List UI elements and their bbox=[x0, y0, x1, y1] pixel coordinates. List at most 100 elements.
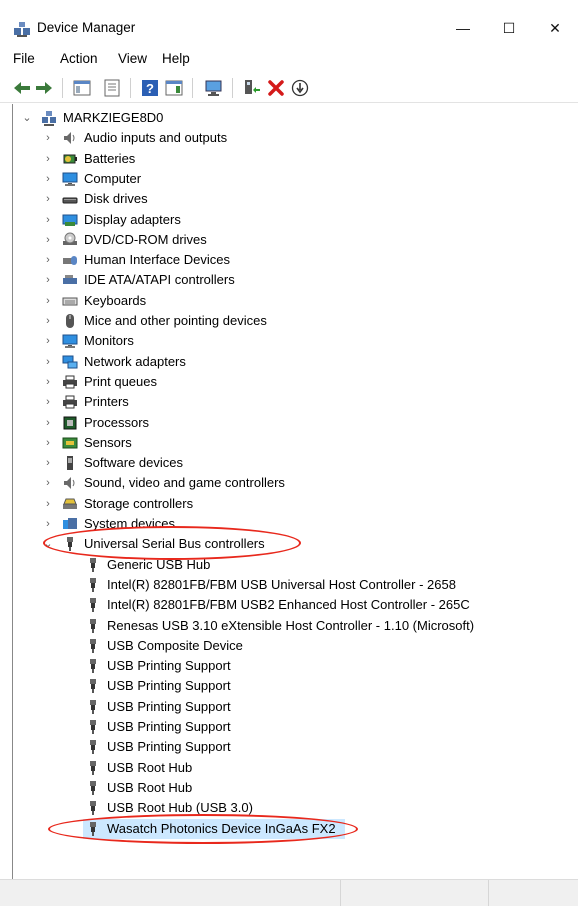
annotation-circle-selected-device bbox=[48, 813, 358, 844]
menu-help[interactable]: Help bbox=[162, 51, 190, 66]
update-driver-icon[interactable] bbox=[290, 78, 310, 98]
tree-category-ide-ata-atapi-controllers[interactable]: › IDE ATA/ATAPI controllers bbox=[46, 270, 573, 290]
minimize-button[interactable]: — bbox=[440, 12, 486, 44]
tree-category-print-queues[interactable]: › Print queues bbox=[46, 372, 573, 392]
tree-item-label: Storage controllers bbox=[84, 495, 194, 511]
tree-device-item[interactable]: Intel(R) 82801FB/FBM USB2 Enhanced Host … bbox=[85, 595, 573, 615]
back-icon[interactable] bbox=[12, 78, 32, 98]
chevron-right-icon[interactable]: › bbox=[43, 230, 53, 250]
chevron-right-icon[interactable]: › bbox=[43, 189, 53, 209]
tree-item-label: Human Interface Devices bbox=[84, 252, 230, 268]
tree-category-display-adapters[interactable]: › Display adapters bbox=[46, 210, 573, 230]
chevron-right-icon[interactable]: › bbox=[43, 128, 53, 148]
tree-device-item[interactable]: USB Root Hub bbox=[85, 778, 573, 798]
menu-action[interactable]: Action bbox=[60, 51, 98, 66]
menu-file[interactable]: File bbox=[13, 51, 35, 66]
chevron-right-icon[interactable]: › bbox=[43, 514, 53, 534]
usb-icon bbox=[90, 720, 96, 734]
tree-item-label: Audio inputs and outputs bbox=[84, 130, 228, 146]
tree-device-item[interactable]: USB Printing Support bbox=[85, 656, 573, 676]
chevron-right-icon[interactable]: › bbox=[43, 149, 53, 169]
status-bar bbox=[0, 879, 578, 906]
tree-device-item[interactable]: Renesas USB 3.10 eXtensible Host Control… bbox=[85, 616, 573, 636]
usb-icon bbox=[90, 638, 96, 653]
tree-item-label: Print queues bbox=[84, 373, 157, 389]
tree-device-item[interactable]: USB Printing Support bbox=[85, 676, 573, 696]
help-icon[interactable]: ? bbox=[140, 78, 160, 98]
chevron-right-icon[interactable]: › bbox=[43, 291, 53, 311]
action-pane-icon[interactable] bbox=[164, 78, 184, 98]
tree-category-printers[interactable]: › Printers bbox=[46, 392, 573, 412]
chevron-right-icon[interactable]: › bbox=[43, 413, 53, 433]
usb-icon bbox=[90, 801, 96, 816]
tree-item-label: MARKZIEGE8D0 bbox=[63, 110, 164, 125]
show-hide-console-tree-icon[interactable] bbox=[72, 78, 92, 98]
tree-category-dvd-cd-rom-drives[interactable]: › DVD/CD-ROM drives bbox=[46, 230, 573, 250]
computer-icon bbox=[62, 172, 78, 186]
chevron-right-icon[interactable]: › bbox=[43, 331, 53, 351]
tree-category-network-adapters[interactable]: › Network adapters bbox=[46, 352, 573, 372]
tree-category-human-interface-devices[interactable]: › Human Interface Devices bbox=[46, 250, 573, 270]
tree-item-label: Computer bbox=[84, 170, 142, 186]
chevron-right-icon[interactable]: › bbox=[43, 453, 53, 473]
tree-category-mice-and-other-pointing-devices[interactable]: › Mice and other pointing devices bbox=[46, 311, 573, 331]
properties-icon[interactable] bbox=[102, 78, 122, 98]
chevron-right-icon[interactable]: › bbox=[43, 372, 53, 392]
tree-root-computer[interactable]: ⌄ MARKZIEGE8D0 bbox=[22, 108, 573, 128]
tree-device-item[interactable]: USB Printing Support bbox=[85, 737, 573, 757]
usb-icon bbox=[90, 740, 96, 755]
disk-drive-icon bbox=[62, 197, 78, 204]
tree-device-item[interactable]: USB Printing Support bbox=[85, 717, 573, 737]
tree-category-monitors[interactable]: › Monitors bbox=[46, 331, 573, 351]
tree-category-storage-controllers[interactable]: › Storage controllers bbox=[46, 494, 573, 514]
tree-category-computer[interactable]: › Computer bbox=[46, 169, 573, 189]
tree-category-processors[interactable]: › Processors bbox=[46, 413, 573, 433]
tree-category-batteries[interactable]: › Batteries bbox=[46, 149, 573, 169]
mouse-icon bbox=[66, 314, 74, 328]
tree-category-disk-drives[interactable]: › Disk drives bbox=[46, 189, 573, 209]
printer-icon bbox=[63, 395, 77, 409]
tree-category-sound-video-and-game-controllers[interactable]: › Sound, video and game controllers bbox=[46, 473, 573, 493]
tree-item-label: USB Root Hub bbox=[107, 759, 193, 775]
svg-text:?: ? bbox=[146, 81, 154, 96]
tree-category-audio-inputs-and-outputs[interactable]: › Audio inputs and outputs bbox=[46, 128, 573, 148]
scan-hardware-icon[interactable] bbox=[204, 78, 224, 98]
tree-device-item[interactable]: USB Printing Support bbox=[85, 697, 573, 717]
menu-view[interactable]: View bbox=[118, 51, 147, 66]
device-manager-icon bbox=[14, 22, 30, 37]
chevron-right-icon[interactable]: › bbox=[43, 494, 53, 514]
tree-category-sensors[interactable]: › Sensors bbox=[46, 433, 573, 453]
toolbar: ? bbox=[0, 72, 578, 103]
usb-icon bbox=[90, 699, 96, 714]
tree-item-label: USB Printing Support bbox=[107, 698, 231, 714]
enable-device-icon[interactable] bbox=[242, 78, 262, 98]
usb-icon bbox=[90, 557, 96, 572]
chevron-right-icon[interactable]: › bbox=[43, 210, 53, 230]
tree-category-keyboards[interactable]: › Keyboards bbox=[46, 291, 573, 311]
maximize-button[interactable]: ☐ bbox=[486, 12, 532, 44]
tree-item-label: Disk drives bbox=[84, 191, 148, 207]
tree-category-software-devices[interactable]: › Software devices bbox=[46, 453, 573, 473]
chevron-right-icon[interactable]: › bbox=[43, 311, 53, 331]
usb-icon bbox=[90, 780, 96, 795]
forward-icon[interactable] bbox=[34, 78, 54, 98]
chevron-right-icon[interactable]: › bbox=[43, 169, 53, 189]
chevron-right-icon[interactable]: › bbox=[43, 270, 53, 290]
tree-device-item[interactable]: USB Composite Device bbox=[85, 636, 573, 656]
tree-item-label: Software devices bbox=[84, 455, 183, 471]
chevron-right-icon[interactable]: › bbox=[43, 473, 53, 493]
chevron-right-icon[interactable]: › bbox=[43, 392, 53, 412]
uninstall-device-icon[interactable] bbox=[266, 78, 286, 98]
tree-item-label: Monitors bbox=[84, 333, 134, 349]
chevron-right-icon[interactable]: › bbox=[43, 352, 53, 372]
chevron-right-icon[interactable]: › bbox=[43, 433, 53, 453]
keyboard-icon bbox=[62, 297, 78, 306]
tree-device-item[interactable]: Intel(R) 82801FB/FBM USB Universal Host … bbox=[85, 575, 573, 595]
close-button[interactable]: ✕ bbox=[532, 12, 578, 44]
chevron-down-icon[interactable]: ⌄ bbox=[22, 108, 32, 128]
network-icon bbox=[62, 355, 78, 369]
tree-device-item[interactable]: USB Root Hub bbox=[85, 758, 573, 778]
chevron-right-icon[interactable]: › bbox=[43, 250, 53, 270]
device-tree: ⌄ MARKZIEGE8D0 › Audio inputs and outputs › B… bbox=[12, 104, 578, 879]
tree-item-label: USB Composite Device bbox=[107, 637, 243, 653]
